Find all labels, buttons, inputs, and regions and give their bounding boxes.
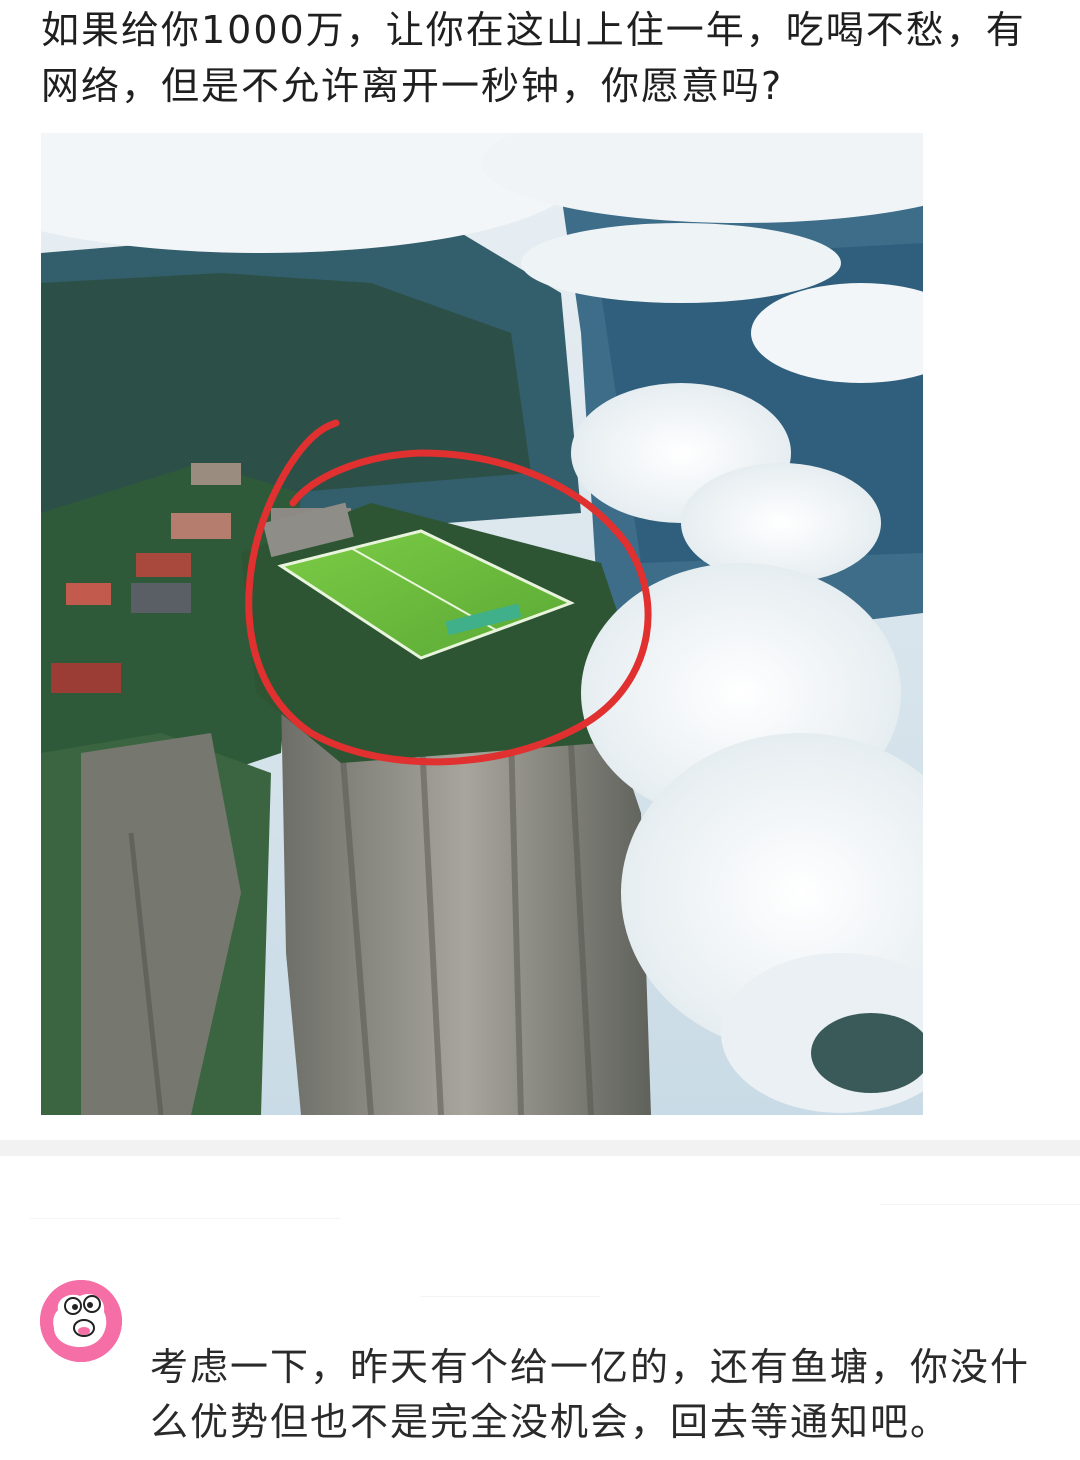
post-photo[interactable]	[41, 133, 923, 1115]
comment-text: 考虑一下，昨天有个给一亿的，还有鱼塘，你没什么优势但也不是完全没机会，回去等通知…	[150, 1345, 1031, 1444]
faint-divider	[30, 1218, 340, 1219]
avatar[interactable]	[40, 1280, 122, 1362]
section-divider	[0, 1140, 1080, 1156]
cartoon-face-avatar	[40, 1280, 122, 1362]
cliff-football-field-photo	[41, 133, 923, 1115]
faint-divider	[420, 1296, 600, 1297]
faint-divider	[880, 1204, 1080, 1205]
post-text: 如果给你1000万，让你在这山上住一年，吃喝不愁，有网络，但是不允许离开一秒钟，…	[41, 8, 1026, 108]
